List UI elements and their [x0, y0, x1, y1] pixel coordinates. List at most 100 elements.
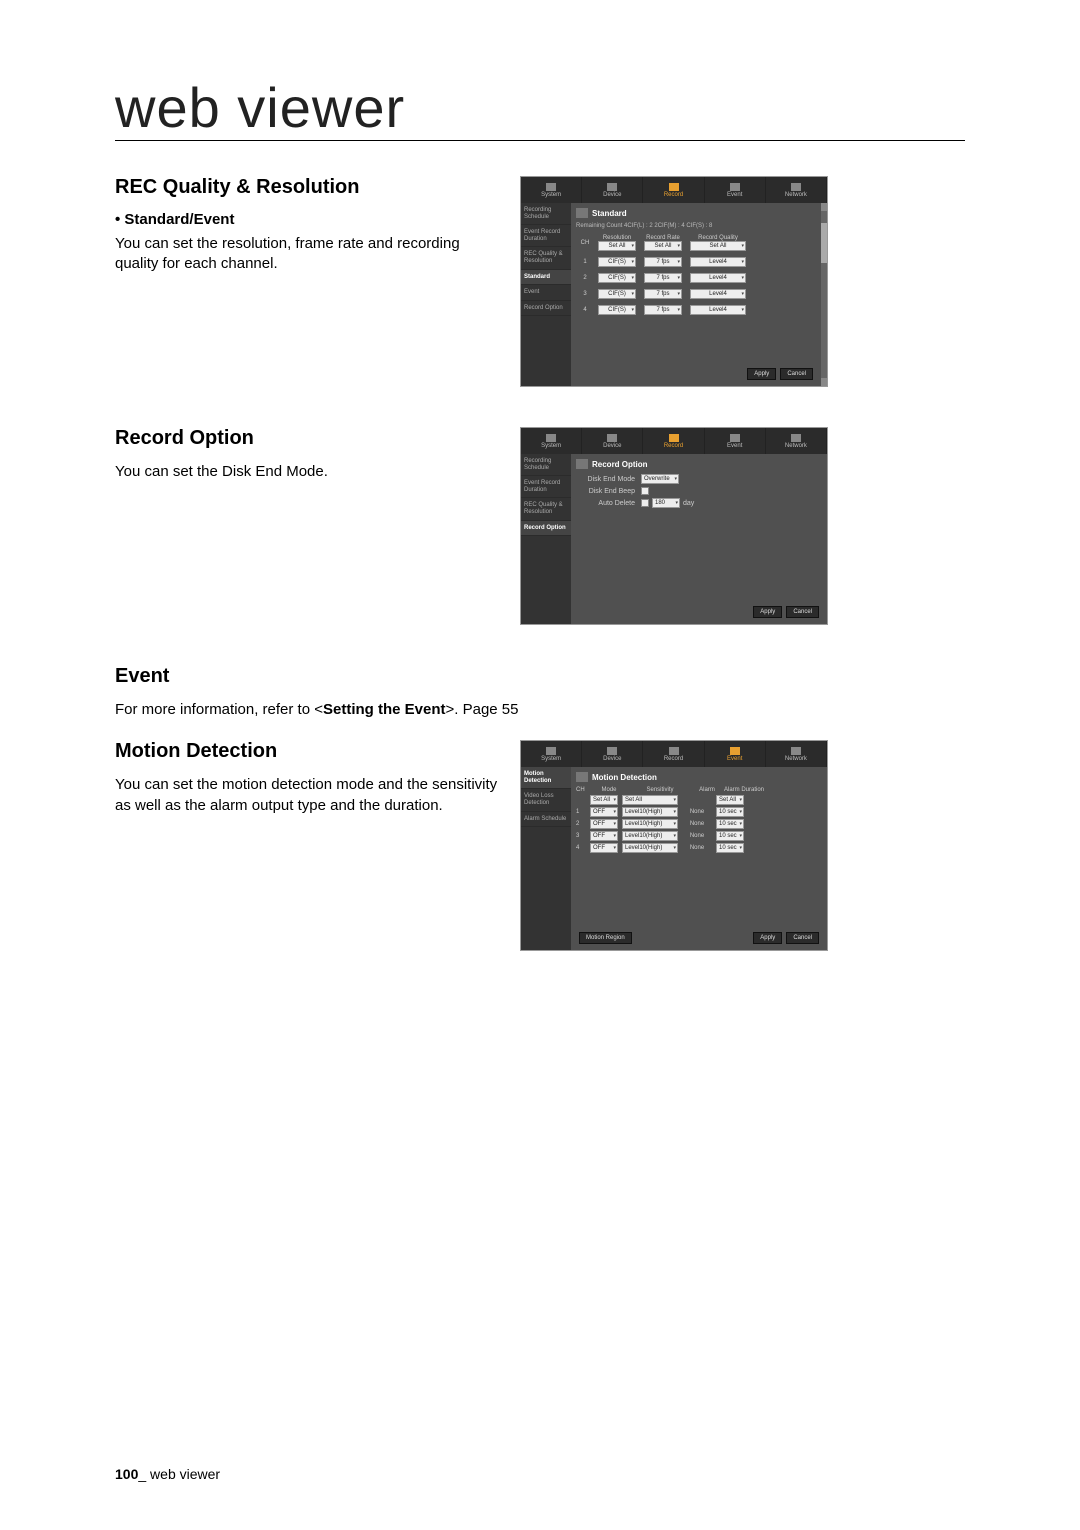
disk-end-beep-checkbox[interactable] [641, 487, 649, 495]
page-footer: 100_ web viewer [115, 1466, 220, 1482]
resolution-dropdown[interactable]: CIF(S) [598, 289, 636, 299]
motion-region-button[interactable]: Motion Region [579, 932, 632, 944]
sensitivity-dropdown[interactable]: Level10(High) [622, 843, 678, 853]
heading-event: Event [115, 665, 965, 688]
panel-icon [576, 459, 588, 469]
event-icon [730, 747, 740, 755]
heading-rec-quality: REC Quality & Resolution [115, 176, 500, 199]
ch-label: 3 [576, 286, 594, 302]
panel-icon [576, 772, 588, 782]
scrollbar[interactable] [821, 203, 827, 386]
sidebar-item-event-record-duration[interactable]: Event Record Duration [521, 225, 571, 247]
sidebar-item-recording-schedule[interactable]: Recording Schedule [521, 454, 571, 476]
sidebar-item-record-option[interactable]: Record Option [521, 301, 571, 317]
cancel-button[interactable]: Cancel [786, 932, 819, 944]
tab-system[interactable]: System [521, 428, 582, 454]
rate-dropdown[interactable]: 7 fps [644, 289, 682, 299]
tab-system[interactable]: System [521, 177, 582, 203]
ch-label: 1 [576, 254, 594, 270]
sidebar-item-event[interactable]: Event [521, 285, 571, 301]
sidebar-item-standard[interactable]: Standard [521, 270, 571, 286]
event-icon [730, 434, 740, 442]
mode-dropdown[interactable]: OFF [590, 831, 618, 841]
quality-dropdown[interactable]: Level4 [690, 273, 746, 283]
duration-dropdown[interactable]: 10 sec [716, 843, 744, 853]
apply-button[interactable]: Apply [753, 606, 782, 618]
sensitivity-dropdown[interactable]: Level10(High) [622, 831, 678, 841]
rate-set-all[interactable]: Set All [644, 241, 682, 251]
tab-record[interactable]: Record [643, 177, 704, 203]
tab-device[interactable]: Device [582, 428, 643, 454]
resolution-dropdown[interactable]: CIF(S) [598, 305, 636, 315]
tab-record[interactable]: Record [643, 428, 704, 454]
apply-button[interactable]: Apply [753, 932, 782, 944]
col-sensitivity: Sensitivity [628, 787, 692, 793]
tab-network[interactable]: Network [766, 741, 827, 767]
system-icon [546, 183, 556, 191]
disk-end-mode-dropdown[interactable]: Overwrite [641, 474, 679, 484]
sidebar-item-rec-quality-resolution[interactable]: REC Quality & Resolution [521, 498, 571, 520]
cancel-button[interactable]: Cancel [786, 606, 819, 618]
body-record-option: You can set the Disk End Mode. [115, 462, 500, 482]
col-channel: CH [576, 232, 594, 254]
quality-set-all[interactable]: Set All [690, 241, 746, 251]
sensitivity-set-all[interactable]: Set All [622, 795, 678, 805]
mode-set-all[interactable]: Set All [590, 795, 618, 805]
sidebar-item-alarm-schedule[interactable]: Alarm Schedule [521, 812, 571, 828]
auto-delete-unit: day [683, 500, 694, 507]
resolution-dropdown[interactable]: CIF(S) [598, 257, 636, 267]
mode-dropdown[interactable]: OFF [590, 819, 618, 829]
duration-dropdown[interactable]: 10 sec [716, 807, 744, 817]
alarm-value: None [682, 809, 712, 815]
ch-label: 1 [576, 809, 590, 815]
tab-device[interactable]: Device [582, 741, 643, 767]
tab-system[interactable]: System [521, 741, 582, 767]
body-rec-quality: You can set the resolution, frame rate a… [115, 234, 500, 275]
duration-dropdown[interactable]: 10 sec [716, 819, 744, 829]
panel-title-motion-detection: Motion Detection [592, 773, 657, 782]
rate-dropdown[interactable]: 7 fps [644, 305, 682, 315]
duration-set-all[interactable]: Set All [716, 795, 744, 805]
tab-event[interactable]: Event [705, 741, 766, 767]
quality-dropdown[interactable]: Level4 [690, 305, 746, 315]
tab-event[interactable]: Event [705, 177, 766, 203]
sensitivity-dropdown[interactable]: Level10(High) [622, 819, 678, 829]
col-ch: CH [576, 787, 590, 793]
quality-dropdown[interactable]: Level4 [690, 289, 746, 299]
sensitivity-dropdown[interactable]: Level10(High) [622, 807, 678, 817]
auto-delete-days-dropdown[interactable]: 180 [652, 498, 680, 508]
device-icon [607, 183, 617, 191]
tab-event[interactable]: Event [705, 428, 766, 454]
sidebar-item-record-option[interactable]: Record Option [521, 521, 571, 537]
col-mode: Mode [590, 787, 628, 793]
rate-dropdown[interactable]: 7 fps [644, 257, 682, 267]
sidebar-item-recording-schedule[interactable]: Recording Schedule [521, 203, 571, 225]
quality-dropdown[interactable]: Level4 [690, 257, 746, 267]
network-icon [791, 183, 801, 191]
mode-dropdown[interactable]: OFF [590, 807, 618, 817]
col-alarm: Alarm [692, 787, 722, 793]
network-icon [791, 434, 801, 442]
resolution-set-all[interactable]: Set All [598, 241, 636, 251]
ch-label: 2 [576, 821, 590, 827]
tab-device[interactable]: Device [582, 177, 643, 203]
apply-button[interactable]: Apply [747, 368, 776, 380]
tab-network[interactable]: Network [766, 177, 827, 203]
tab-record[interactable]: Record [643, 741, 704, 767]
sidebar-item-video-loss-detection[interactable]: Video Loss Detection [521, 789, 571, 811]
sidebar-item-motion-detection[interactable]: Motion Detection [521, 767, 571, 789]
rate-dropdown[interactable]: 7 fps [644, 273, 682, 283]
mode-dropdown[interactable]: OFF [590, 843, 618, 853]
alarm-value: None [682, 833, 712, 839]
auto-delete-checkbox[interactable] [641, 499, 649, 507]
tab-network[interactable]: Network [766, 428, 827, 454]
scrollbar-handle[interactable] [821, 223, 827, 263]
sidebar-item-event-record-duration[interactable]: Event Record Duration [521, 476, 571, 498]
sidebar-item-rec-quality-resolution[interactable]: REC Quality & Resolution [521, 247, 571, 269]
duration-dropdown[interactable]: 10 sec [716, 831, 744, 841]
panel-title-standard: Standard [592, 209, 627, 218]
cancel-button[interactable]: Cancel [780, 368, 813, 380]
label-disk-end-beep: Disk End Beep [586, 488, 641, 495]
remaining-count: Remaining Count 4CIF(L) : 2 2CIF(M) : 4 … [576, 223, 816, 229]
resolution-dropdown[interactable]: CIF(S) [598, 273, 636, 283]
